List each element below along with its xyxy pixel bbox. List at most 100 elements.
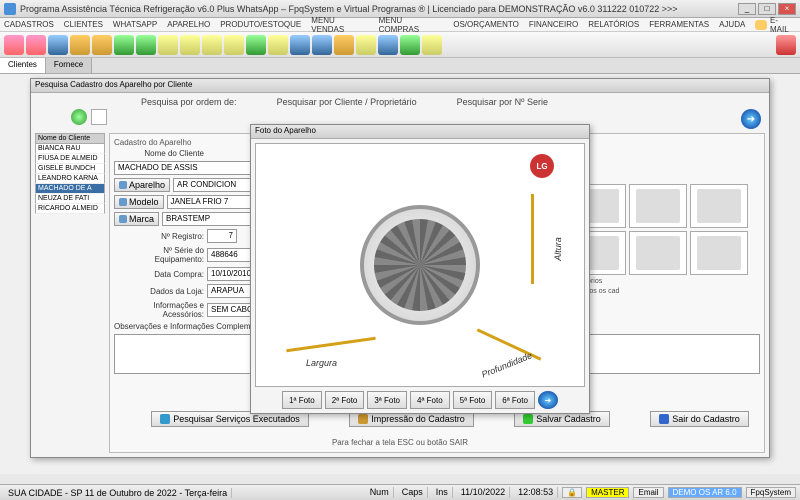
device-icon[interactable]: [70, 35, 90, 55]
list-item[interactable]: NEUZA DE FATI: [35, 194, 105, 204]
thumb-2[interactable]: [629, 184, 687, 228]
thumb-5[interactable]: [629, 231, 687, 275]
list-item[interactable]: FIUSA DE ALMEID: [35, 154, 105, 164]
photo-buttons: 1ª Foto 2ª Foto 3ª Foto 4ª Foto 5ª Foto …: [255, 387, 585, 409]
foto-6-button[interactable]: 6ª Foto: [495, 391, 535, 409]
mail-icon: [755, 20, 767, 30]
print-icon: [358, 414, 368, 424]
loja-label: Dados da Loja:: [114, 287, 204, 296]
ac-unit-image: [360, 205, 480, 325]
invoice-icon[interactable]: [268, 35, 288, 55]
tab-clientes[interactable]: Clientes: [0, 58, 46, 73]
report-icon[interactable]: [202, 35, 222, 55]
marca-field[interactable]: BRASTEMP: [162, 212, 252, 226]
purchase-icon[interactable]: [136, 35, 156, 55]
finance-icon[interactable]: [246, 35, 266, 55]
lg-logo-icon: LG: [530, 154, 554, 178]
photo-window: Foto do Aparelho LG Altura Largura Profu…: [250, 124, 590, 414]
exit-icon[interactable]: [776, 35, 796, 55]
minimize-button[interactable]: _: [738, 3, 756, 15]
menu-clientes[interactable]: CLIENTES: [64, 20, 103, 29]
foto-5-button[interactable]: 5ª Foto: [453, 391, 493, 409]
status-lock-icon[interactable]: 🔒: [562, 487, 582, 498]
menu-financeiro[interactable]: FINANCEIRO: [529, 20, 578, 29]
mic-icon: [119, 215, 127, 223]
menu-ajuda[interactable]: AJUDA: [719, 20, 745, 29]
print-icon[interactable]: [224, 35, 244, 55]
list-item[interactable]: GISELE BUNDCH: [35, 164, 105, 174]
search-icon: [160, 414, 170, 424]
tools-icon[interactable]: [290, 35, 310, 55]
info-label: Informações e Acessórios:: [114, 301, 204, 319]
foto-4-button[interactable]: 4ª Foto: [410, 391, 450, 409]
delete-button[interactable]: [91, 109, 107, 125]
menu-vendas[interactable]: MENU VENDAS: [311, 16, 368, 34]
list-item[interactable]: RICARDO ALMEID: [35, 204, 105, 214]
menu-relatorios[interactable]: RELATÓRIOS: [588, 20, 639, 29]
list-item[interactable]: LEANDRO KARNA: [35, 174, 105, 184]
status-demo[interactable]: DEMO OS AR 6.0: [668, 487, 742, 498]
foto-3-button[interactable]: 3ª Foto: [367, 391, 407, 409]
clients-icon[interactable]: [4, 35, 24, 55]
arrow-largura-icon: [286, 337, 376, 352]
modelo-button[interactable]: Modelo: [114, 195, 164, 209]
cash-icon[interactable]: [400, 35, 420, 55]
search-serial-label: Pesquisar por Nº Serie: [457, 97, 548, 107]
close-button[interactable]: ×: [778, 3, 796, 15]
whatsapp-icon[interactable]: [48, 35, 68, 55]
thumb-3[interactable]: [690, 184, 748, 228]
menu-aparelho[interactable]: APARELHO: [167, 20, 210, 29]
tab-fornece[interactable]: Fornece: [46, 58, 92, 73]
window-buttons: _ □ ×: [738, 3, 796, 15]
backup-icon[interactable]: [334, 35, 354, 55]
os-icon[interactable]: [158, 35, 178, 55]
sales-icon[interactable]: [114, 35, 134, 55]
app-icon: [4, 3, 16, 15]
maximize-button[interactable]: □: [758, 3, 776, 15]
menu-email[interactable]: E-MAIL: [755, 16, 796, 34]
foto-2-button[interactable]: 2ª Foto: [325, 391, 365, 409]
calendar-icon[interactable]: [356, 35, 376, 55]
photo-window-title: Foto do Aparelho: [251, 125, 589, 139]
menu-produto[interactable]: PRODUTO/ESTOQUE: [220, 20, 301, 29]
largura-label: Largura: [306, 358, 337, 368]
chart-icon[interactable]: [422, 35, 442, 55]
statusbar: SUA CIDADE - SP 11 de Outubro de 2022 - …: [0, 484, 800, 500]
thumb-6[interactable]: [690, 231, 748, 275]
status-email[interactable]: Email: [633, 487, 663, 498]
menu-cadastros[interactable]: CADASTROS: [4, 20, 54, 29]
prof-label: Profundidade: [481, 350, 534, 379]
modelo-field[interactable]: JANELA FRIO 7: [167, 195, 257, 209]
suppliers-icon[interactable]: [26, 35, 46, 55]
list-item[interactable]: BIANCA RAU: [35, 144, 105, 154]
search-client-label: Pesquisar por Cliente / Proprietário: [277, 97, 417, 107]
photo-next-button[interactable]: ➔: [538, 391, 558, 409]
status-master[interactable]: MASTER: [586, 487, 629, 498]
add-button[interactable]: [71, 109, 87, 125]
menu-ferramentas[interactable]: FERRAMENTAS: [649, 20, 709, 29]
list-item-selected[interactable]: MACHADO DE A: [35, 184, 105, 194]
search-order-label: Pesquisa por ordem de:: [141, 97, 237, 107]
calc-icon[interactable]: [378, 35, 398, 55]
marca-button[interactable]: Marca: [114, 212, 159, 226]
menubar: CADASTROS CLIENTES WHATSAPP APARELHO PRO…: [0, 18, 800, 32]
status-time: 12:08:53: [514, 487, 558, 498]
client-name-field[interactable]: MACHADO DE ASSIS: [114, 161, 254, 175]
status-fpq[interactable]: FpqSystem: [746, 487, 796, 498]
foto-1-button[interactable]: 1ª Foto: [282, 391, 322, 409]
stock-icon[interactable]: [92, 35, 112, 55]
menu-os[interactable]: OS/ORÇAMENTO: [453, 20, 519, 29]
status-caps: Caps: [398, 487, 428, 498]
next-arrow-button[interactable]: ➔: [741, 109, 761, 129]
registro-field[interactable]: 7: [207, 229, 237, 243]
budget-icon[interactable]: [180, 35, 200, 55]
config-icon[interactable]: [312, 35, 332, 55]
aparelho-button[interactable]: Aparelho: [114, 178, 170, 192]
menu-whatsapp[interactable]: WHATSAPP: [113, 20, 157, 29]
sair-button[interactable]: Sair do Cadastro: [650, 411, 749, 427]
thumb-image-icon: [697, 189, 741, 223]
photo-main: LG Altura Largura Profundidade: [255, 143, 585, 387]
search-header: Pesquisa por ordem de: Pesquisar por Cli…: [141, 97, 761, 107]
main-tabs: Clientes Fornece: [0, 58, 800, 74]
menu-compras[interactable]: MENU COMPRAS: [379, 16, 444, 34]
